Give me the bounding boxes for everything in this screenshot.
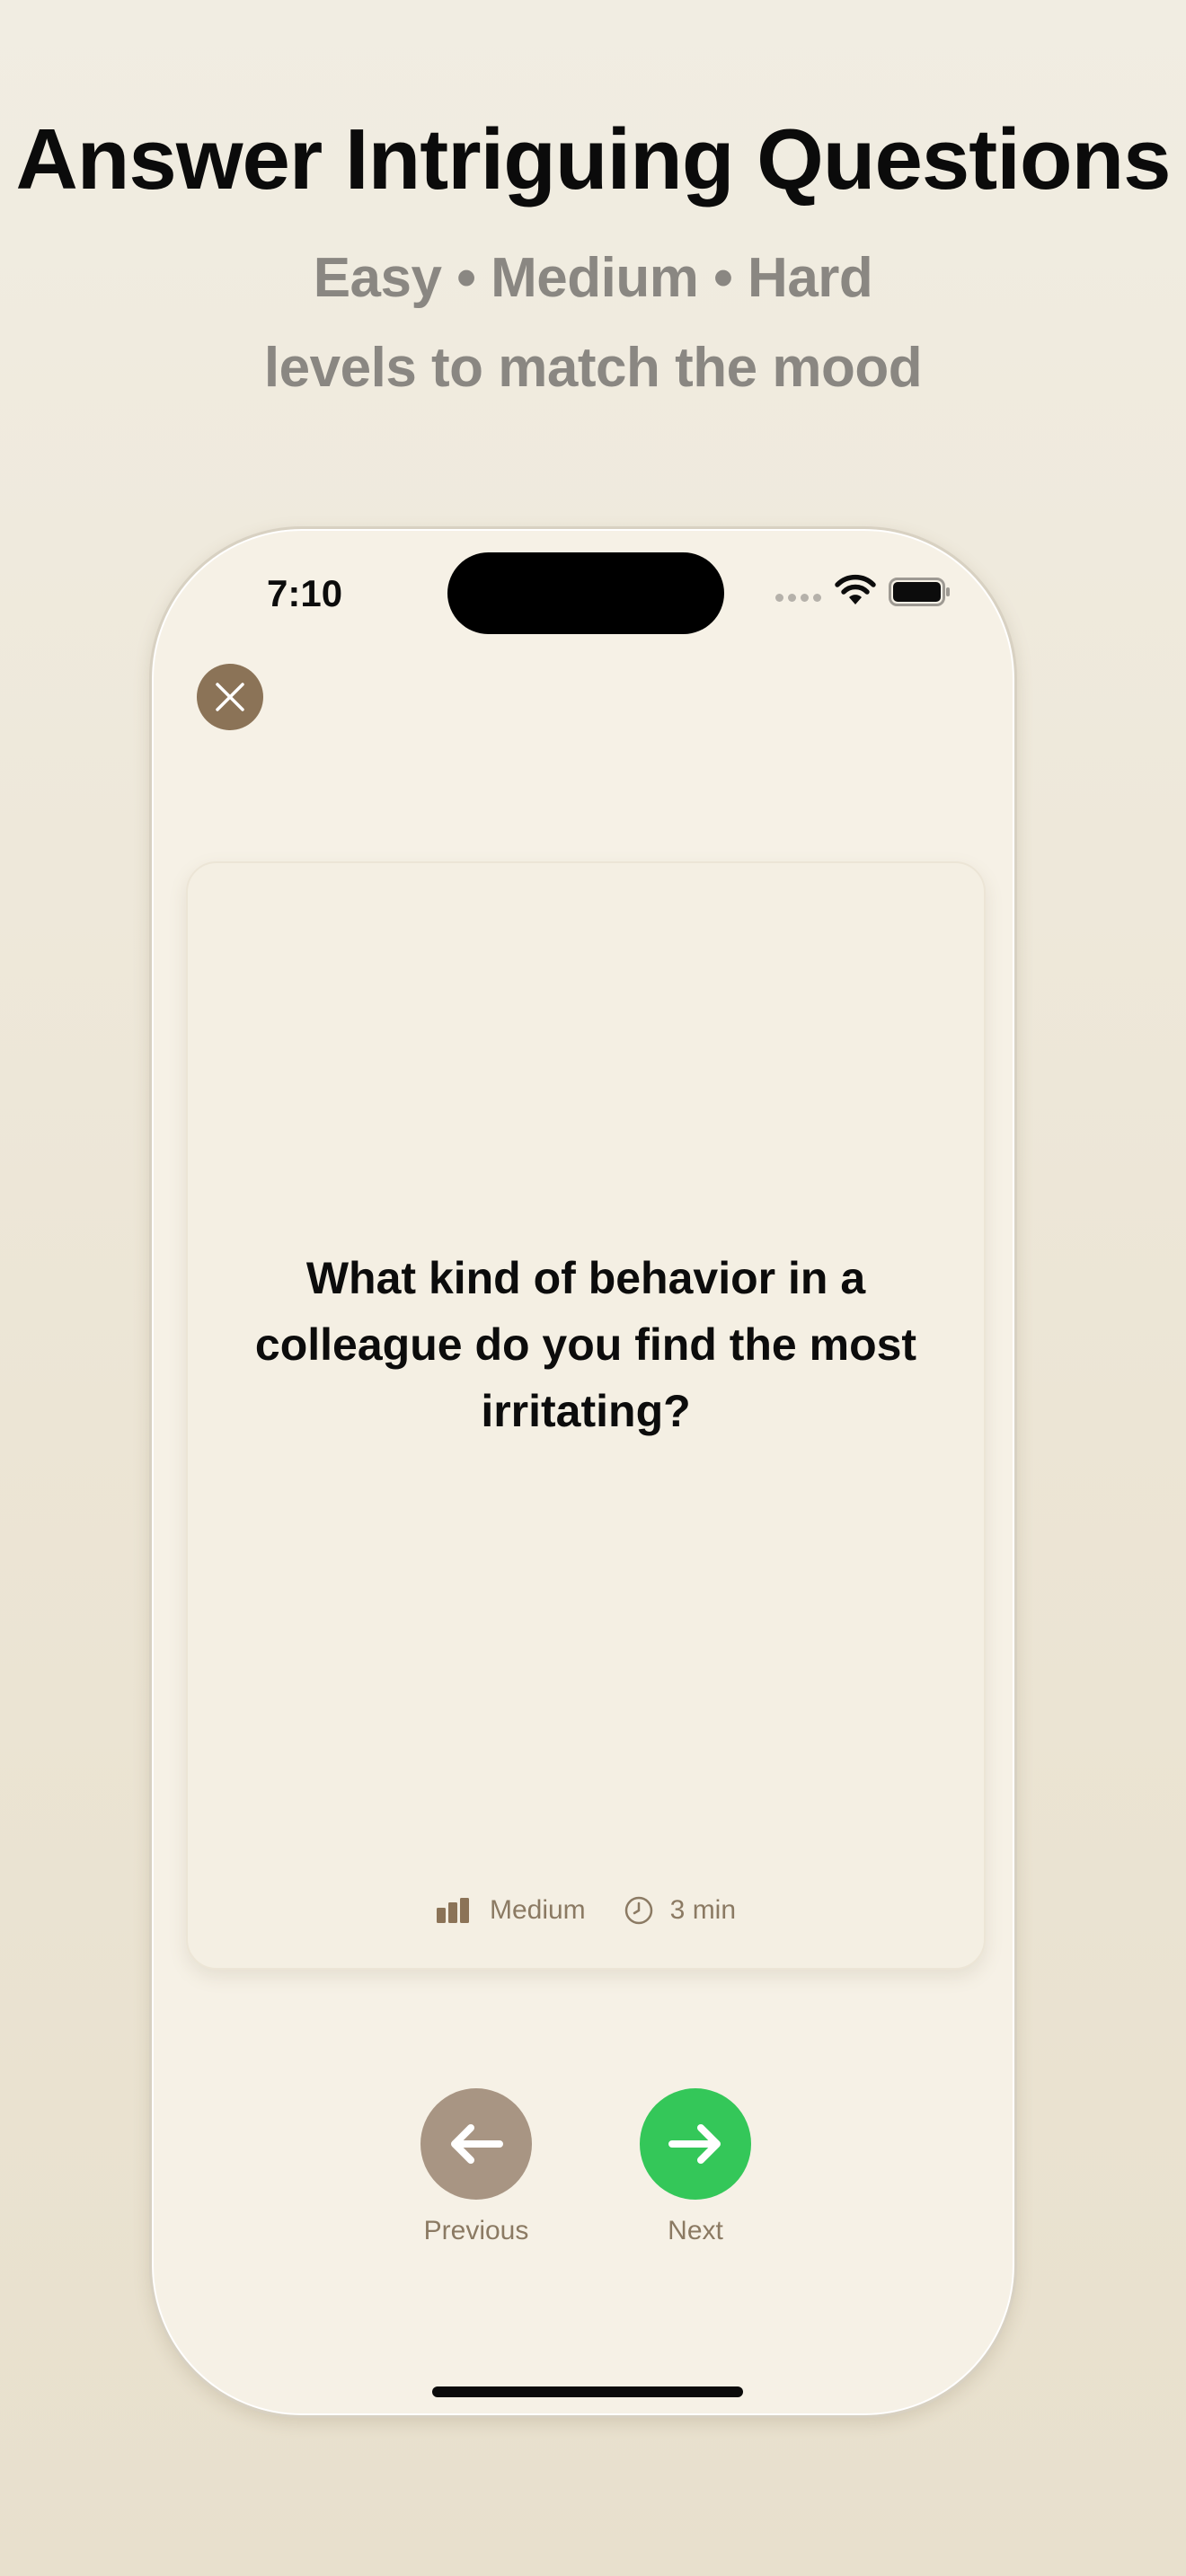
next-label[interactable]: Next xyxy=(606,2216,785,2246)
close-button[interactable] xyxy=(197,664,263,730)
battery-icon xyxy=(889,578,950,606)
promo-subline-mood: levels to match the mood xyxy=(263,337,923,399)
status-time: 7:10 xyxy=(267,572,343,614)
difficulty-label: Medium xyxy=(489,1895,586,1925)
close-icon xyxy=(216,683,244,711)
promo-headline: Answer Intriguing Questions xyxy=(15,111,1171,207)
bar-chart-icon xyxy=(436,1898,469,1923)
wifi-icon xyxy=(835,574,876,604)
question-card[interactable]: What kind of behavior in a colleague do … xyxy=(186,861,986,1970)
home-indicator[interactable] xyxy=(432,2386,743,2397)
previous-label[interactable]: Previous xyxy=(386,2216,566,2246)
arrow-left-icon xyxy=(451,2124,503,2164)
previous-button[interactable] xyxy=(420,2088,532,2200)
question-meta: Medium 3 min xyxy=(188,1892,984,1928)
clock-icon xyxy=(624,1896,652,1925)
question-text: What kind of behavior in a colleague do … xyxy=(254,1253,917,1436)
arrow-right-icon xyxy=(668,2124,721,2164)
promo-subline-levels: Easy • Medium • Hard xyxy=(313,247,873,309)
phone-frame: 7:10 What kind of behavior in a colleagu… xyxy=(149,526,1017,2418)
cellular-signal-icon xyxy=(775,594,822,603)
next-button[interactable] xyxy=(640,2088,751,2200)
duration-label: 3 min xyxy=(669,1895,737,1925)
dynamic-island xyxy=(447,552,724,634)
